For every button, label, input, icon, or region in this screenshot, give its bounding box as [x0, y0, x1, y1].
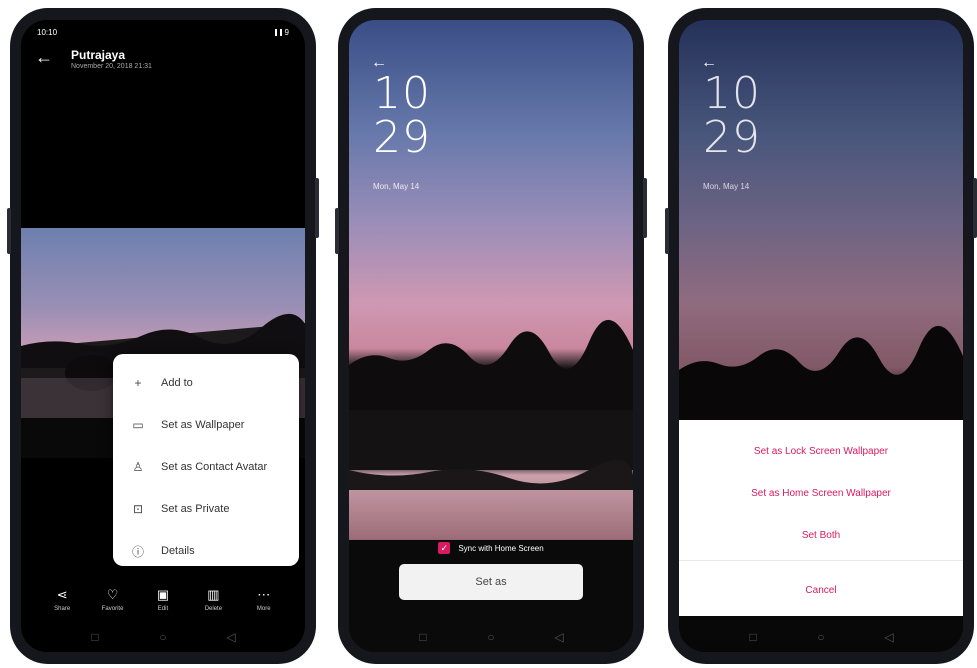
system-nav-bar: □ ○ ◁ [679, 630, 963, 644]
plus-icon: + [134, 376, 142, 390]
info-icon: ⓘ [131, 544, 144, 559]
nav-back-icon[interactable]: ◁ [224, 630, 238, 644]
sync-home-screen-option[interactable]: ✓ Sync with Home Screen [349, 542, 633, 554]
battery-value: 9 [284, 27, 289, 37]
tool-label: More [256, 606, 271, 612]
menu-item-contact-avatar[interactable]: ♙ Set as Contact Avatar [113, 446, 299, 488]
clock-date: Mon, May 14 [373, 182, 420, 191]
status-bar: 10:10 9 [37, 26, 289, 38]
divider [679, 560, 963, 561]
more-icon: ⋯ [257, 587, 271, 602]
tool-label: Share [54, 606, 71, 612]
set-both-option[interactable]: Set Both [679, 514, 963, 556]
menu-item-label: Details [161, 545, 195, 557]
tool-label: Edit [157, 606, 169, 612]
volume-button [665, 208, 669, 254]
menu-item-private[interactable]: ⊡ Set as Private [113, 488, 299, 530]
volume-button [7, 208, 11, 254]
photo-title: Putrajaya [71, 48, 126, 62]
nav-square-icon[interactable]: □ [416, 630, 430, 644]
sync-label: Sync with Home Screen [458, 543, 544, 553]
lock-clock: 10 29 [703, 72, 761, 160]
share-icon: ⋖ [56, 587, 68, 602]
set-wallpaper-screen: ← 10 29 Mon, May 14 Set as Lock Screen W… [679, 20, 963, 652]
menu-item-add-to[interactable]: + Add to [113, 362, 299, 404]
set-home-screen-option[interactable]: Set as Home Screen Wallpaper [679, 472, 963, 514]
set-lock-screen-option[interactable]: Set as Lock Screen Wallpaper [679, 430, 963, 472]
phone-set-wallpaper-sheet: ← 10 29 Mon, May 14 Set as Lock Screen W… [665, 8, 977, 664]
wallpaper-options-sheet: Set as Lock Screen Wallpaper Set as Home… [679, 420, 963, 616]
favorite-button[interactable]: ♡ Favorite [93, 587, 133, 613]
contact-icon: ♙ [132, 460, 144, 474]
heart-icon: ♡ [106, 587, 119, 602]
signal-icon: 9 [274, 27, 289, 37]
menu-item-set-wallpaper[interactable]: ▭ Set as Wallpaper [113, 404, 299, 446]
lock-icon: ⊡ [132, 502, 144, 516]
menu-item-label: Set as Wallpaper [161, 419, 245, 431]
set-as-button[interactable]: Set as [399, 564, 583, 600]
edit-button[interactable]: ▣ Edit [143, 587, 183, 613]
phone-wallpaper-preview: ← 10 29 Mon, May 14 ✓ Sync with Home Scr… [335, 8, 647, 664]
menu-item-label: Set as Private [161, 503, 230, 515]
system-nav-bar: □ ○ ◁ [21, 630, 305, 644]
volume-button [335, 208, 339, 254]
wallpaper-icon: ▭ [132, 418, 144, 432]
nav-square-icon[interactable]: □ [88, 630, 102, 644]
nav-home-icon[interactable]: ○ [156, 630, 170, 644]
nav-back-icon[interactable]: ◁ [552, 630, 566, 644]
clock-hour: 10 [373, 68, 431, 119]
lock-clock: 10 29 [373, 72, 431, 160]
clock-minute: 29 [373, 112, 431, 163]
photo-toolbar: ⋖ Share ♡ Favorite ▣ Edit ▥ Delete ⋯ Mor… [21, 587, 305, 613]
nav-back-icon[interactable]: ◁ [882, 630, 896, 644]
preview-screen: ← 10 29 Mon, May 14 ✓ Sync with Home Scr… [349, 20, 633, 652]
photo-subtitle: November 20, 2018 21:31 [71, 63, 152, 70]
phone-gallery: 10:10 9 ← Putrajaya November 20, 2018 21… [7, 8, 319, 664]
checkbox-checked-icon[interactable]: ✓ [438, 542, 451, 554]
clock-minute: 29 [703, 112, 761, 163]
nav-home-icon[interactable]: ○ [484, 630, 498, 644]
menu-item-label: Add to [161, 377, 193, 389]
clock-date: Mon, May 14 [703, 182, 750, 191]
cancel-button[interactable]: Cancel [679, 565, 963, 615]
more-button[interactable]: ⋯ More [244, 587, 284, 613]
back-arrow-icon[interactable]: ← [35, 48, 53, 66]
menu-item-label: Set as Contact Avatar [161, 461, 268, 473]
share-button[interactable]: ⋖ Share [42, 587, 82, 613]
tool-label: Delete [204, 606, 223, 612]
edit-icon: ▣ [156, 587, 170, 602]
context-menu: + Add to ▭ Set as Wallpaper ♙ Set as Con… [113, 354, 299, 566]
photo-header: ← Putrajaya November 20, 2018 21:31 [35, 48, 291, 70]
menu-item-details[interactable]: ⓘ Details [113, 530, 299, 572]
gallery-screen: 10:10 9 ← Putrajaya November 20, 2018 21… [21, 20, 305, 652]
power-button [643, 178, 647, 238]
power-button [973, 178, 977, 238]
clock-hour: 10 [703, 68, 761, 119]
screenshot-stage: 10:10 9 ← Putrajaya November 20, 2018 21… [0, 0, 977, 668]
status-time: 10:10 [37, 27, 58, 37]
power-button [315, 178, 319, 238]
nav-square-icon[interactable]: □ [746, 630, 760, 644]
trash-icon: ▥ [207, 587, 220, 602]
nav-home-icon[interactable]: ○ [814, 630, 828, 644]
system-nav-bar: □ ○ ◁ [349, 630, 633, 644]
delete-button[interactable]: ▥ Delete [193, 587, 233, 613]
tool-label: Favorite [101, 606, 124, 612]
